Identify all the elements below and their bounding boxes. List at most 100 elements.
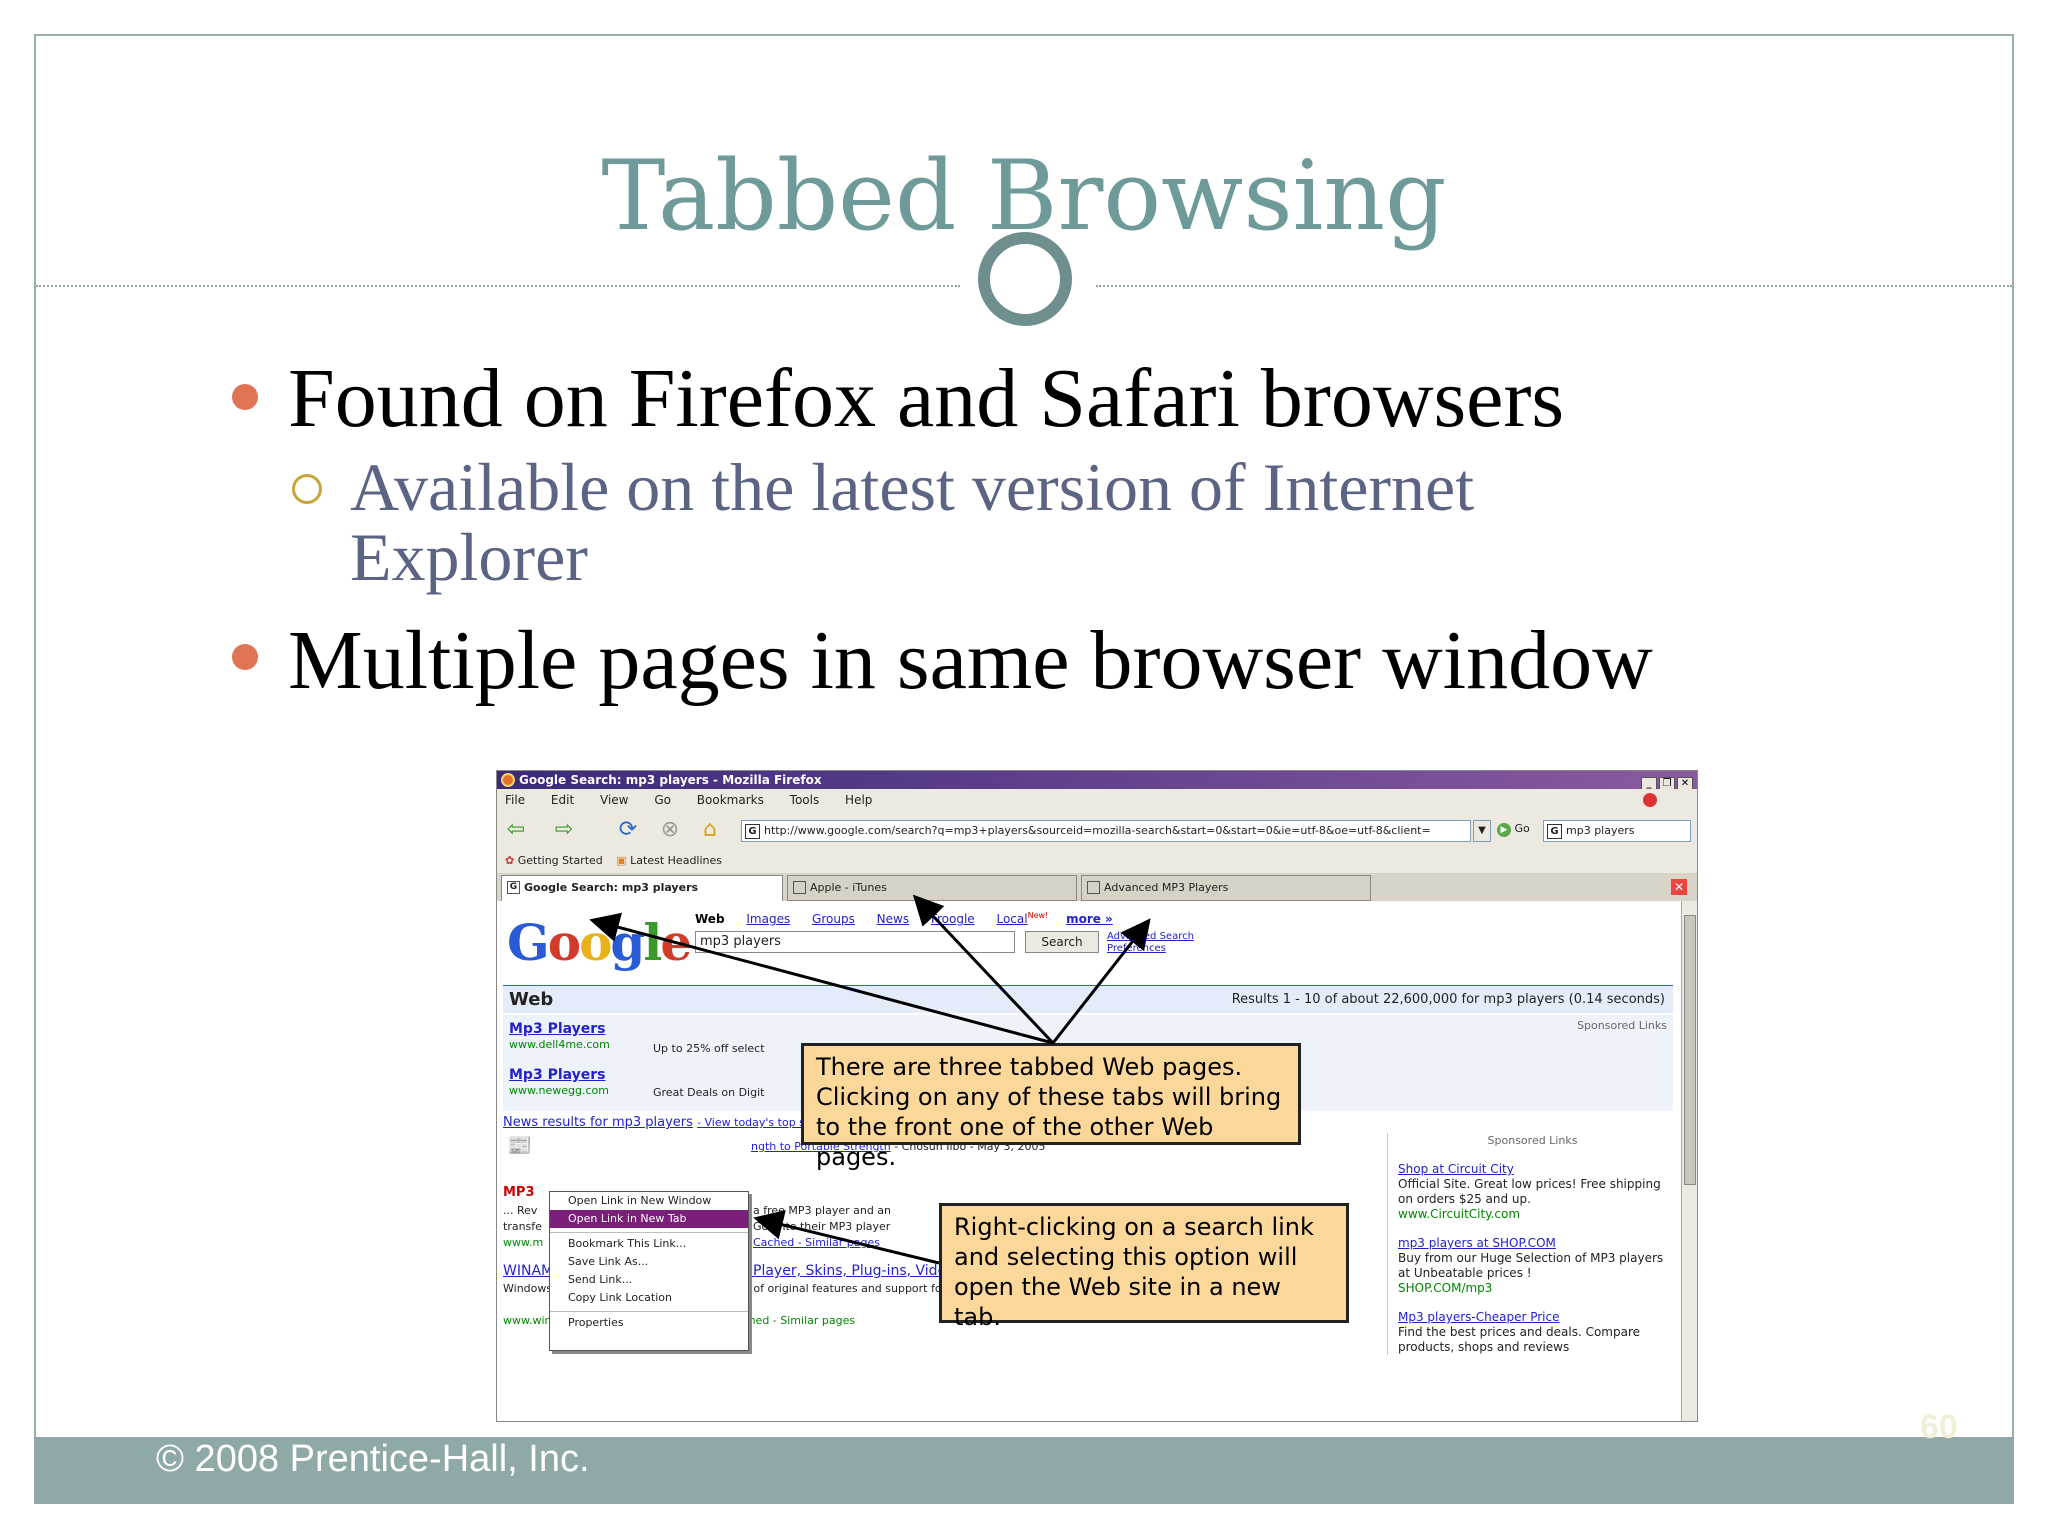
- page-favicon: [1087, 881, 1100, 894]
- menu-help[interactable]: Help: [845, 793, 872, 807]
- web-label: Web: [509, 989, 554, 1010]
- ad-desc: Buy from our Huge Selection of MP3 playe…: [1398, 1251, 1664, 1280]
- result-snippet: ... Rev: [503, 1204, 538, 1217]
- menu-view[interactable]: View: [600, 793, 628, 807]
- new-badge: New!: [1027, 911, 1049, 920]
- search-input[interactable]: G mp3 players: [1543, 820, 1691, 842]
- window-title: Google Search: mp3 players - Mozilla Fir…: [519, 773, 822, 787]
- ctx-bookmark-link[interactable]: Bookmark This Link...: [550, 1232, 748, 1253]
- google-search-engine-icon: G: [1547, 824, 1562, 839]
- menu-go[interactable]: Go: [654, 793, 671, 807]
- right-sponsored-column: Sponsored Links Shop at Circuit City Off…: [1387, 1133, 1667, 1355]
- ad-title[interactable]: Shop at Circuit City: [1398, 1162, 1667, 1177]
- go-label: Go: [1514, 822, 1530, 835]
- ctx-save-link[interactable]: Save Link As...: [550, 1253, 748, 1271]
- google-nav-images[interactable]: Images: [746, 912, 790, 926]
- apple-favicon: [793, 881, 806, 894]
- tab-label: Apple - iTunes: [810, 881, 887, 894]
- google-nav-more[interactable]: more »: [1066, 912, 1113, 926]
- preferences-link[interactable]: Preferences: [1107, 943, 1194, 955]
- bookmark-latest-headlines[interactable]: Latest Headlines: [630, 854, 722, 867]
- sponsored-desc: Up to 25% off select: [653, 1042, 765, 1055]
- menu-bookmarks[interactable]: Bookmarks: [697, 793, 764, 807]
- google-favicon: G: [745, 824, 760, 839]
- back-arrow-icon[interactable]: ⇦: [503, 819, 529, 841]
- ad-desc: Official Site. Great low prices! Free sh…: [1398, 1177, 1661, 1206]
- address-dropdown-icon[interactable]: ▼: [1473, 820, 1491, 842]
- bookmark-icon: ✿: [505, 854, 515, 867]
- bullet-dot: [232, 384, 258, 410]
- menu-tools[interactable]: Tools: [790, 793, 820, 807]
- tab-advanced-mp3[interactable]: Advanced MP3 Players: [1081, 875, 1371, 901]
- ctx-send-link[interactable]: Send Link...: [550, 1271, 748, 1289]
- address-url: http://www.google.com/search?q=mp3+playe…: [764, 824, 1431, 837]
- address-bar[interactable]: G http://www.google.com/search?q=mp3+pla…: [741, 820, 1471, 842]
- result-snippet: a free MP3 player and an: [753, 1204, 892, 1217]
- result-snippet: Go onto their MP3 player: [753, 1220, 891, 1233]
- bullet-2: Available on the latest version of Inter…: [350, 449, 1475, 595]
- google-nav-local[interactable]: Local: [996, 912, 1027, 926]
- results-summary: Results 1 - 10 of about 22,600,000 for m…: [1231, 992, 1665, 1007]
- google-nav: Web Images Groups News Froogle LocalNew!…: [695, 911, 1131, 926]
- tab-label: Google Search: mp3 players: [524, 881, 699, 894]
- stop-loading-icon: [1643, 793, 1657, 807]
- tab-strip: G Google Search: mp3 players Apple - iTu…: [497, 873, 1697, 901]
- callout-context-menu: Right-clicking on a search link and sele…: [939, 1203, 1349, 1331]
- google-logo: Google: [507, 913, 692, 972]
- bookmarks-toolbar: ✿ Getting Started ▣ Latest Headlines: [497, 849, 1697, 873]
- navigation-toolbar: ⇦ ⇨ ⟳ ⊗ ⌂ G http://www.google.com/search…: [497, 811, 1697, 849]
- home-icon[interactable]: ⌂: [697, 819, 723, 841]
- google-query-input[interactable]: mp3 players: [695, 931, 1015, 953]
- tab-apple-itunes[interactable]: Apple - iTunes: [787, 875, 1077, 901]
- ad-url: www.CircuitCity.com: [1398, 1207, 1521, 1221]
- sponsored-title[interactable]: Mp3 Players: [509, 1067, 609, 1083]
- scrollbar-thumb[interactable]: [1684, 915, 1696, 1185]
- result-snippet: transfe: [503, 1220, 542, 1233]
- ctx-properties[interactable]: Properties: [550, 1311, 748, 1332]
- ad-url: SHOP.COM/mp3: [1398, 1281, 1493, 1295]
- google-nav-groups[interactable]: Groups: [812, 912, 855, 926]
- sponsored-desc: Great Deals on Digit: [653, 1086, 765, 1099]
- google-nav-news[interactable]: News: [877, 912, 909, 926]
- forward-arrow-icon[interactable]: ⇨: [551, 819, 577, 841]
- ad-title[interactable]: mp3 players at SHOP.COM: [1398, 1236, 1667, 1251]
- browser-screenshot: Google Search: mp3 players - Mozilla Fir…: [496, 770, 1698, 1422]
- go-button[interactable]: ▶ Go: [1497, 822, 1530, 837]
- firefox-icon: [501, 773, 515, 787]
- close-tab-icon[interactable]: ✕: [1671, 879, 1687, 895]
- bullet-3: Multiple pages in same browser window: [288, 614, 1653, 707]
- bullet-1: Found on Firefox and Safari browsers: [288, 352, 1565, 445]
- advanced-search-link[interactable]: Advanced Search: [1107, 931, 1194, 943]
- tab-google-search[interactable]: G Google Search: mp3 players: [501, 875, 783, 901]
- search-value: mp3 players: [1566, 824, 1635, 837]
- ctx-open-new-tab[interactable]: Open Link in New Tab: [550, 1210, 748, 1228]
- page-number: 60: [1920, 1408, 1958, 1446]
- google-nav-web[interactable]: Web: [695, 912, 725, 926]
- copyright-text: © 2008 Prentice-Hall, Inc.: [156, 1438, 590, 1480]
- bookmark-getting-started[interactable]: Getting Started: [518, 854, 603, 867]
- menu-edit[interactable]: Edit: [551, 793, 574, 807]
- title-rule-left: [36, 285, 960, 287]
- ad-desc: Find the best prices and deals. Compare …: [1398, 1325, 1641, 1354]
- title-ring-ornament: [978, 232, 1072, 326]
- menu-bar: File Edit View Go Bookmarks Tools Help: [497, 789, 1697, 811]
- callout-tabs: There are three tabbed Web pages. Clicki…: [801, 1043, 1301, 1171]
- bullet-dot: [232, 644, 258, 670]
- news-icon: 📰: [507, 1133, 532, 1157]
- sponsored-title[interactable]: Mp3 Players: [509, 1021, 610, 1037]
- ad-title[interactable]: Mp3 players-Cheaper Price: [1398, 1310, 1667, 1325]
- menu-file[interactable]: File: [505, 793, 525, 807]
- vertical-scrollbar[interactable]: [1681, 901, 1697, 1421]
- cached-similar-link[interactable]: Cached - Similar pages: [753, 1235, 880, 1251]
- news-results-link[interactable]: News results for mp3 players: [503, 1115, 693, 1130]
- reload-icon[interactable]: ⟳: [615, 819, 641, 841]
- ctx-open-new-window[interactable]: Open Link in New Window: [550, 1192, 748, 1210]
- google-nav-froogle[interactable]: Froogle: [931, 912, 975, 926]
- ctx-copy-link[interactable]: Copy Link Location: [550, 1289, 748, 1307]
- sponsored-item: Mp3 Players www.dell4me.com: [509, 1021, 610, 1053]
- title-rule-right: [1096, 285, 2012, 287]
- result-title-mp3[interactable]: MP3: [503, 1185, 535, 1201]
- google-results-page: Google Web Images Groups News Froogle Lo…: [497, 901, 1681, 1421]
- google-search-button[interactable]: Search: [1025, 931, 1099, 953]
- stop-icon[interactable]: ⊗: [657, 819, 683, 841]
